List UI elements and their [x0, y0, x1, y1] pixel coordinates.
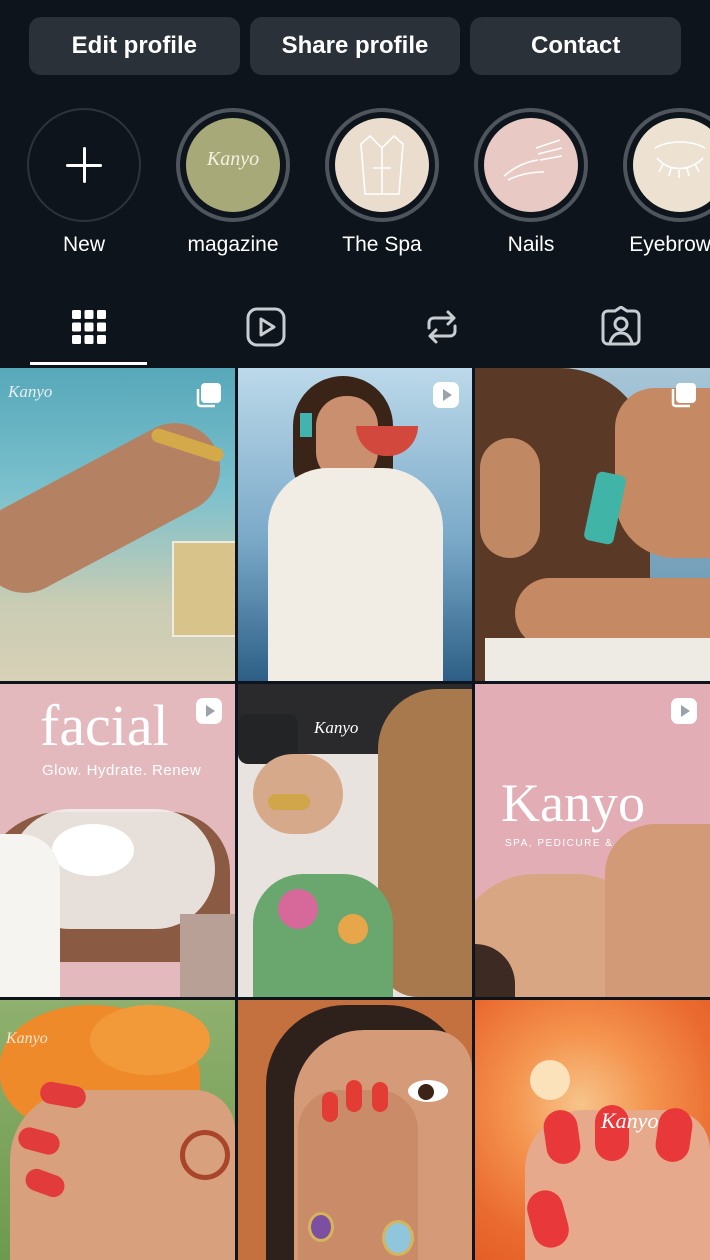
- new-highlight-circle[interactable]: [27, 108, 141, 222]
- tab-tagged[interactable]: [562, 300, 679, 364]
- edit-profile-button[interactable]: Edit profile: [29, 17, 240, 75]
- repost-icon: [427, 310, 456, 344]
- reels-icon: [246, 307, 285, 347]
- brand-watermark: Kanyo: [6, 1030, 48, 1047]
- reel-icon: [671, 698, 697, 724]
- post-subtitle: SPA, PEDICURE &: [505, 838, 614, 849]
- grid-icon: [71, 310, 106, 344]
- highlight-the-spa[interactable]: The Spa: [323, 108, 441, 257]
- post-title: facial: [40, 693, 169, 758]
- reel-icon: [196, 698, 222, 724]
- contact-button[interactable]: Contact: [470, 17, 682, 75]
- highlight-nails[interactable]: Nails: [472, 108, 590, 257]
- magazine-cover: Kanyo: [186, 118, 280, 212]
- post-subtitle: Glow. Hydrate. Renew: [42, 762, 202, 779]
- post-thumbnail[interactable]: [475, 368, 710, 681]
- profile-actions: Edit profile Share profile Contact: [29, 17, 682, 75]
- post-thumbnail[interactable]: Kanyo: [0, 368, 235, 681]
- carousel-icon: [671, 383, 696, 408]
- post-thumbnail[interactable]: Kanyo: [0, 1000, 235, 1260]
- post-thumbnail[interactable]: Kanyo: [475, 1000, 710, 1260]
- posts-grid: Kanyo facial Glow. Hydrate. Renew Kanyo: [0, 368, 710, 1260]
- tab-reels[interactable]: [207, 300, 324, 364]
- brand-watermark: Kanyo: [8, 382, 53, 401]
- highlight-label: Nails: [507, 233, 555, 256]
- highlight-eyebrow[interactable]: Eyebrow &: [621, 108, 710, 257]
- tagged-person-icon: [601, 306, 640, 346]
- story-highlights: New Kanyo magazine The Spa Nails Eyebrow: [0, 108, 710, 268]
- post-thumbnail[interactable]: Kanyo SPA, PEDICURE &: [475, 684, 710, 997]
- highlight-new[interactable]: New: [25, 108, 143, 257]
- tab-posts[interactable]: [30, 300, 147, 364]
- post-title: Kanyo: [501, 773, 645, 833]
- post-thumbnail[interactable]: [238, 1000, 472, 1260]
- highlight-label: The Spa: [342, 233, 422, 256]
- tab-reposts[interactable]: [383, 300, 500, 364]
- active-tab-indicator: [30, 362, 147, 365]
- share-profile-button[interactable]: Share profile: [249, 17, 461, 75]
- carousel-icon: [196, 383, 221, 408]
- eyelash-icon: [633, 118, 710, 212]
- highlight-label: New: [62, 233, 105, 256]
- post-thumbnail[interactable]: facial Glow. Hydrate. Renew: [0, 684, 235, 997]
- reel-icon: [433, 382, 459, 408]
- brand-watermark: Kanyo: [314, 718, 359, 737]
- brand-watermark: Kanyo: [601, 1108, 659, 1133]
- post-thumbnail[interactable]: Kanyo: [238, 684, 472, 997]
- bathrobe-icon: [335, 118, 429, 212]
- profile-tabs: [0, 300, 710, 366]
- highlight-magazine[interactable]: Kanyo magazine: [174, 108, 292, 257]
- cover-text: Kanyo: [206, 148, 260, 170]
- post-thumbnail[interactable]: [238, 368, 472, 681]
- highlight-label: Eyebrow &: [629, 233, 710, 256]
- nail-brush-icon: [484, 118, 578, 212]
- highlight-label: magazine: [187, 233, 279, 256]
